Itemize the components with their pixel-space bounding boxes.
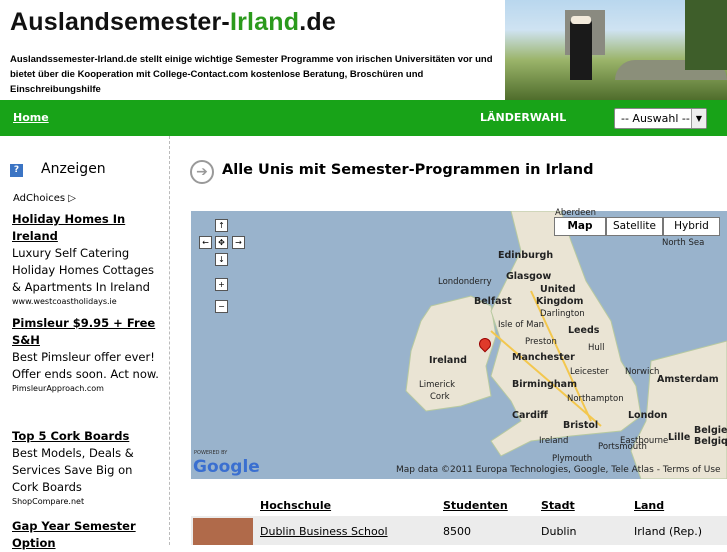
ad-title[interactable]: Holiday Homes In Ireland — [12, 211, 162, 245]
info-icon: ? — [10, 164, 23, 177]
pan-center-icon[interactable]: ✥ — [215, 236, 228, 249]
page-title: Alle Unis mit Semester-Programmen in Irl… — [222, 162, 594, 178]
chevron-down-icon: ▼ — [691, 109, 706, 128]
map-type-map-button[interactable]: Map — [554, 217, 606, 236]
pan-right-icon[interactable]: → — [232, 236, 245, 249]
arrow-right-icon: ➔ — [190, 160, 214, 184]
site-title[interactable]: Auslandsemester-Irland.de — [10, 8, 336, 37]
nav-home-link[interactable]: Home — [13, 111, 49, 124]
students-cell: 8500 — [443, 525, 471, 538]
pan-down-icon[interactable]: ↓ — [215, 253, 228, 266]
ad-item: Holiday Homes In Ireland Luxury Self Cat… — [12, 211, 162, 307]
pan-up-icon[interactable]: ↑ — [215, 219, 228, 232]
university-link[interactable]: Dublin Business School — [260, 525, 388, 538]
map-type-hybrid-button[interactable]: Hybrid — [663, 217, 720, 236]
university-thumbnail[interactable] — [193, 518, 253, 545]
banner-image — [505, 0, 727, 100]
map-copyright: Map data ©2011 Europa Technologies, Goog… — [396, 465, 721, 475]
nav-laenderwahl-label: LÄNDERWAHL — [480, 111, 567, 124]
ads-header: Anzeigen — [41, 161, 106, 177]
ad-item: Pimsleur $9.95 + Free S&H Best Pimsleur … — [12, 315, 162, 394]
city-cell: Dublin — [541, 525, 577, 538]
ad-item: Gap Year Semester Option — [12, 518, 162, 552]
header: Auslandsemester-Irland.de Auslandssemest… — [0, 0, 727, 100]
ad-title[interactable]: Gap Year Semester Option — [12, 518, 162, 552]
ad-item: Top 5 Cork Boards Best Models, Deals & S… — [12, 428, 162, 507]
map-type-satellite-button[interactable]: Satellite — [606, 217, 663, 236]
pan-left-icon[interactable]: ← — [199, 236, 212, 249]
country-cell: Irland (Rep.) — [634, 525, 702, 538]
col-hochschule[interactable]: Hochschule — [260, 499, 331, 512]
site-description: Auslandssemester-Irland.de stellt einige… — [10, 54, 493, 95]
col-land[interactable]: Land — [634, 499, 664, 512]
col-stadt[interactable]: Stadt — [541, 499, 575, 512]
country-select[interactable]: -- Auswahl -- ▼ — [614, 108, 707, 129]
zoom-in-icon[interactable]: + — [215, 278, 228, 291]
google-logo[interactable]: Google — [193, 457, 260, 477]
adchoices-link[interactable]: AdChoices ▷ — [13, 193, 76, 204]
col-studenten[interactable]: Studenten — [443, 499, 508, 512]
ad-title[interactable]: Pimsleur $9.95 + Free S&H — [12, 315, 162, 349]
zoom-out-icon[interactable]: − — [215, 300, 228, 313]
powered-by-label: POWERED BY — [194, 450, 228, 456]
ad-title[interactable]: Top 5 Cork Boards — [12, 428, 162, 445]
